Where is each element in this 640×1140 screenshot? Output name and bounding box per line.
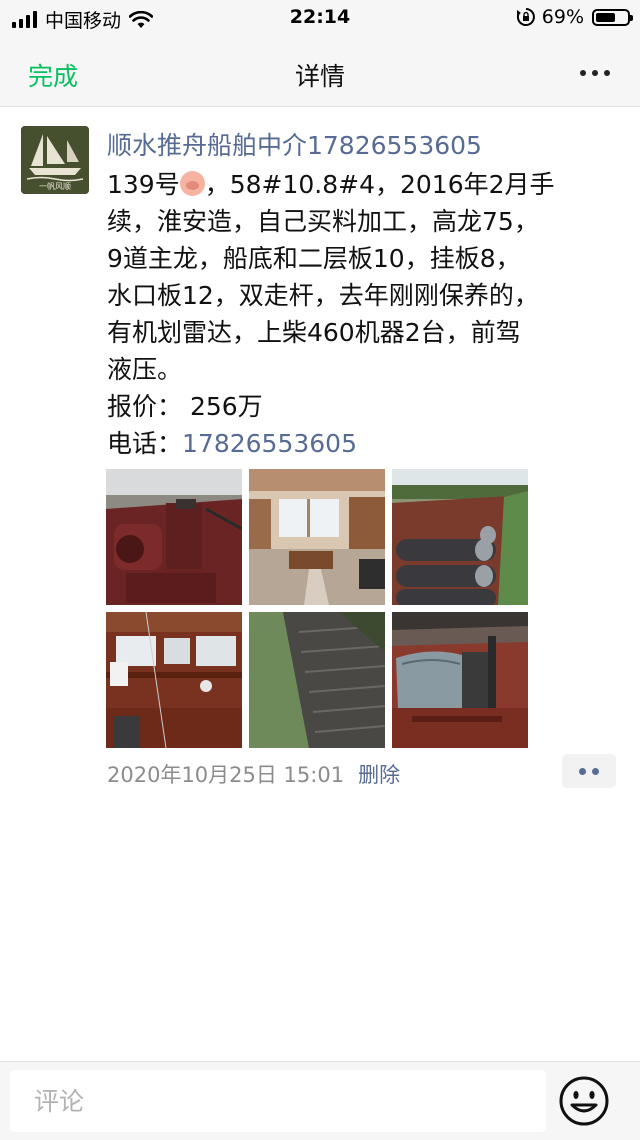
- orientation-lock-icon: [516, 8, 535, 26]
- nav-bar: 完成 详情: [0, 40, 640, 107]
- more-dots-icon[interactable]: [580, 70, 610, 76]
- photo-covered-machinery[interactable]: [392, 612, 528, 748]
- comment-input[interactable]: [10, 1070, 546, 1132]
- two-dots-icon[interactable]: [562, 754, 616, 788]
- post-body: 139号 ，58#10.8#4，2016年2月手 续，淮安造，自己买料加工，高龙7…: [107, 166, 612, 462]
- body-line-4: 水口板12，双走杆，去年刚刚保养的，: [107, 281, 539, 310]
- battery-icon: [592, 8, 633, 26]
- body-line-5: 有机划雷达，上柴460机器2台，前驾: [107, 318, 521, 347]
- emoji-button[interactable]: [558, 1075, 610, 1131]
- author-name[interactable]: 顺水推舟船舶中介17826553605: [107, 126, 482, 162]
- page-title: 详情: [294, 62, 345, 91]
- status-bar: 中国移动 22:14 69%: [0, 0, 640, 40]
- body-line-1: 139号 ，58#10.8#4，2016年2月手: [107, 170, 555, 199]
- status-right: 69%: [516, 6, 633, 28]
- photo-cargo-hold[interactable]: [249, 612, 385, 748]
- photo-grid: [106, 469, 528, 749]
- post-meta: 2020年10月25日 15:01 删除: [107, 759, 400, 789]
- photo-engine-room[interactable]: [106, 469, 242, 605]
- photo-cabin-interior[interactable]: [249, 469, 385, 605]
- phone-line: 电话：17826553605: [107, 429, 357, 458]
- battery-percent: 69%: [541, 6, 584, 28]
- phone-link[interactable]: 17826553605: [182, 429, 357, 458]
- price-value: 256万: [189, 392, 263, 421]
- post-timestamp: 2020年10月25日 15:01: [107, 763, 345, 787]
- body-line-2: 续，淮安造，自己买料加工，高龙75，: [107, 207, 539, 236]
- pig-face-icon: [179, 171, 205, 196]
- smiley-icon: [559, 1076, 609, 1126]
- battery-fill: [596, 12, 616, 22]
- avatar[interactable]: 一帆风顺: [21, 126, 89, 194]
- photo-wheelhouse[interactable]: [106, 612, 242, 748]
- photo-steel-rollers[interactable]: [392, 469, 528, 605]
- comment-bar: [0, 1061, 640, 1140]
- svg-text:一帆风顺: 一帆风顺: [39, 181, 71, 191]
- price-line: 报价： 256万: [107, 392, 263, 421]
- sailboat-logo-icon: 一帆风顺: [21, 126, 89, 194]
- body-line-6: 液压。: [107, 355, 183, 384]
- body-line-3: 9道主龙，船底和二层板10，挂板8，: [107, 244, 521, 273]
- delete-button[interactable]: 删除: [358, 763, 400, 787]
